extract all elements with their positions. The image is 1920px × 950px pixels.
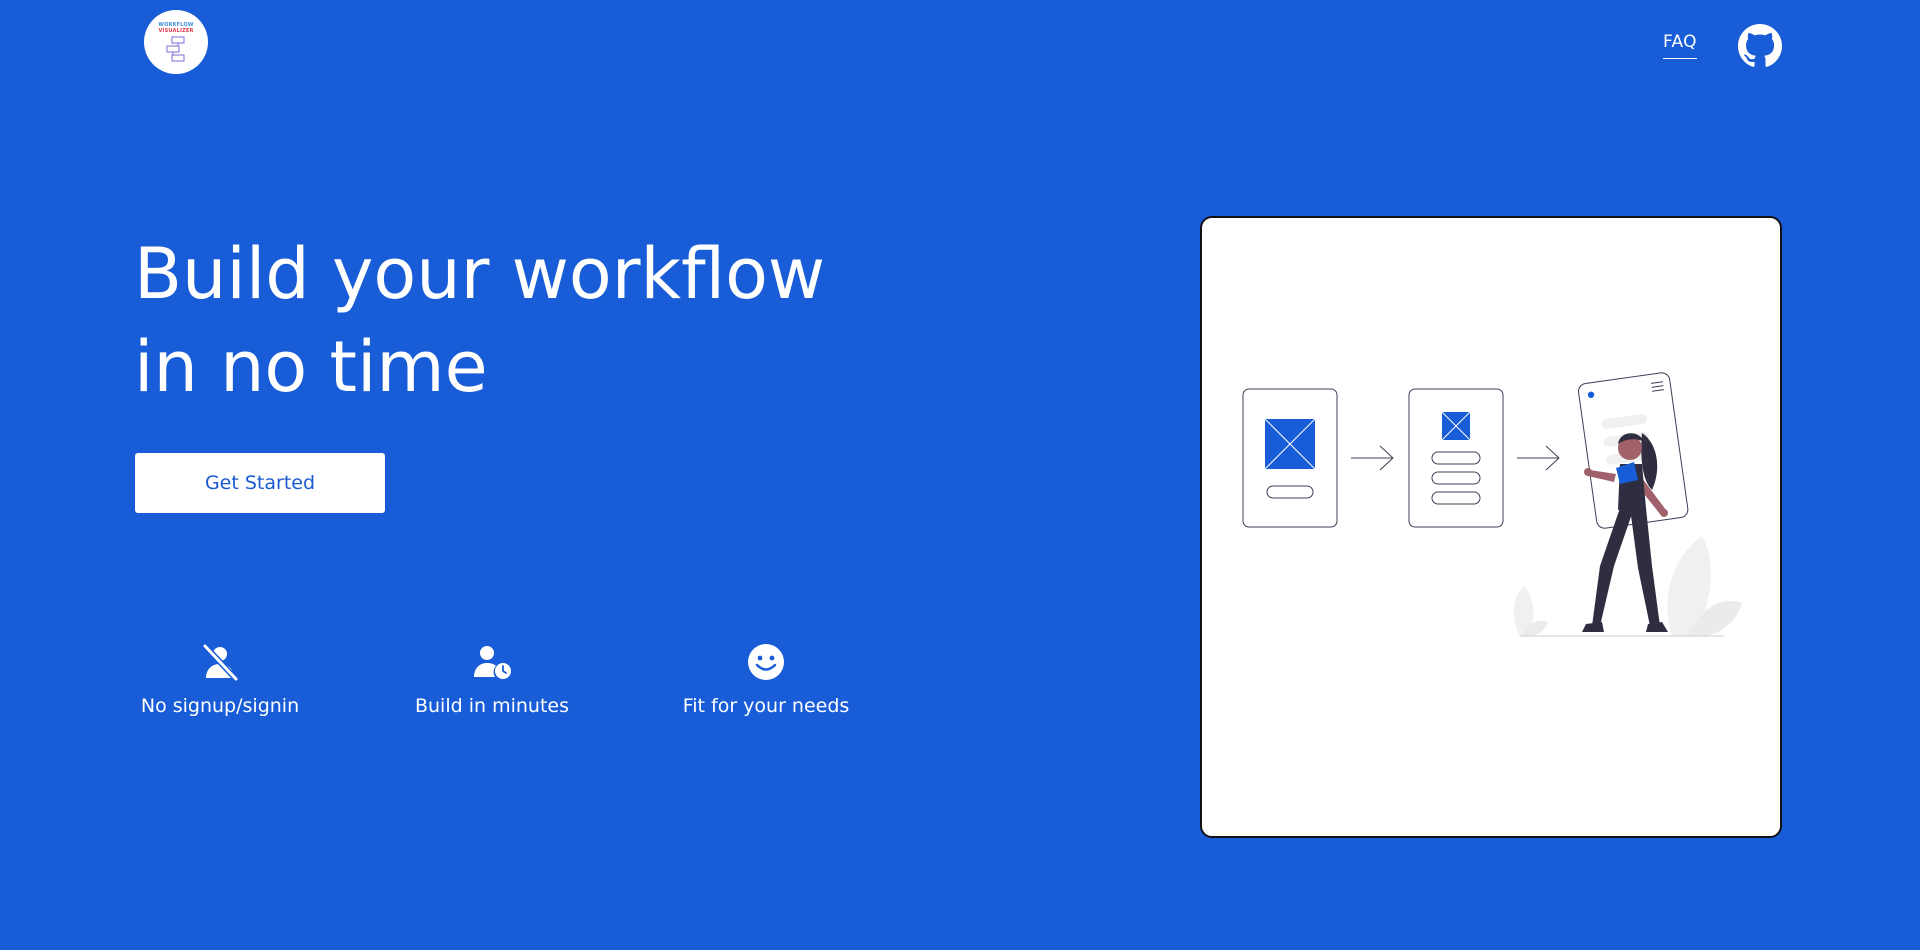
user-clock-icon	[474, 646, 511, 679]
github-icon	[1738, 24, 1782, 67]
logo-line2: VISUALIZER	[158, 28, 194, 34]
feature-label: No signup/signin	[140, 695, 300, 717]
github-link[interactable]	[1738, 24, 1782, 68]
user-slash-icon	[202, 643, 239, 682]
arrow-2	[1517, 445, 1560, 471]
feature-label: Build in minutes	[414, 695, 569, 717]
workflow-illustration	[1242, 372, 1742, 637]
feature-label: Fit for your needs	[682, 695, 850, 717]
landing-page: WORKFLOW VISUALIZER FAQ Build your workf…	[0, 0, 1920, 950]
wireframe-card-1	[1242, 388, 1338, 528]
plants	[1513, 536, 1742, 637]
illustration-card	[1200, 216, 1782, 838]
hero-title-line1: Build your workflow	[134, 233, 826, 315]
feature-build-minutes: Build in minutes	[413, 642, 571, 717]
hero-title-line2: in no time	[134, 326, 488, 408]
wireframe-card-2	[1408, 388, 1504, 528]
faq-link[interactable]: FAQ	[1663, 32, 1697, 59]
workflow-diagram-icon	[166, 36, 185, 62]
feature-fit-needs: Fit for your needs	[680, 642, 852, 717]
app-logo[interactable]: WORKFLOW VISUALIZER	[144, 10, 208, 74]
feature-no-signup: No signup/signin	[134, 642, 306, 717]
arrow-1	[1351, 445, 1394, 471]
hero-title: Build your workflow in no time	[134, 228, 825, 414]
logo-wordmark: WORKFLOW VISUALIZER	[158, 22, 193, 34]
get-started-button[interactable]: Get Started	[135, 453, 385, 513]
smile-icon	[748, 644, 784, 680]
